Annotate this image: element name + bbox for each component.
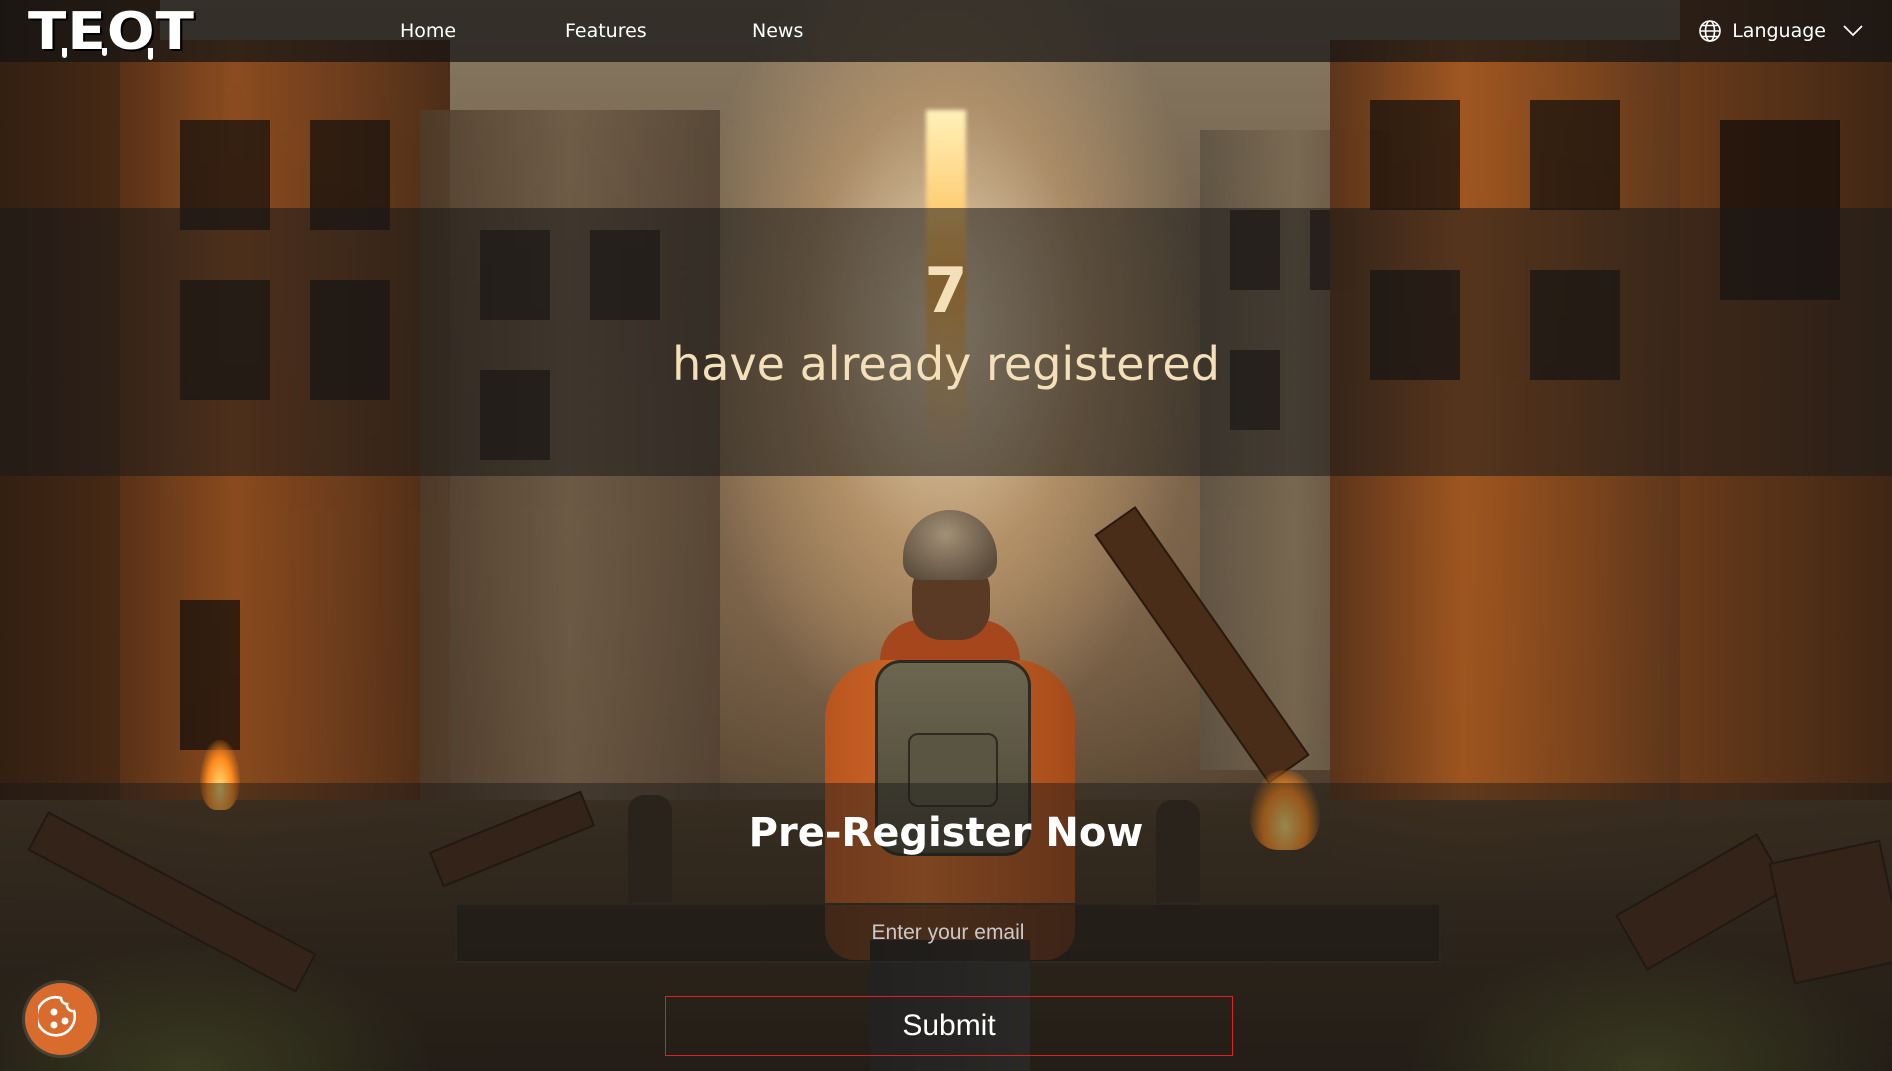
pre-register-title: Pre-Register Now (748, 810, 1144, 856)
logo-text: TEOT (28, 2, 196, 62)
cookie-icon (35, 994, 84, 1045)
chevron-down-icon (1842, 24, 1864, 38)
language-selector[interactable]: Language (1698, 0, 1864, 62)
cookie-settings-button[interactable] (25, 983, 97, 1055)
logo-drip (102, 48, 107, 56)
language-label: Language (1732, 20, 1826, 42)
registration-count-label: have already registered (672, 337, 1220, 391)
globe-icon (1698, 19, 1722, 43)
submit-button[interactable]: Submit (665, 996, 1233, 1056)
nav-news-link[interactable]: News (752, 20, 803, 42)
email-input[interactable] (455, 903, 1441, 963)
logo-drip (148, 48, 153, 60)
site-logo[interactable]: TEOT (28, 4, 195, 60)
registration-count: 7 (924, 254, 968, 327)
nav-features-link[interactable]: Features (565, 20, 647, 42)
logo-drip (62, 48, 67, 58)
nav-home-link[interactable]: Home (400, 20, 456, 42)
top-nav-bar: TEOT Home Features News Language (0, 0, 1892, 62)
